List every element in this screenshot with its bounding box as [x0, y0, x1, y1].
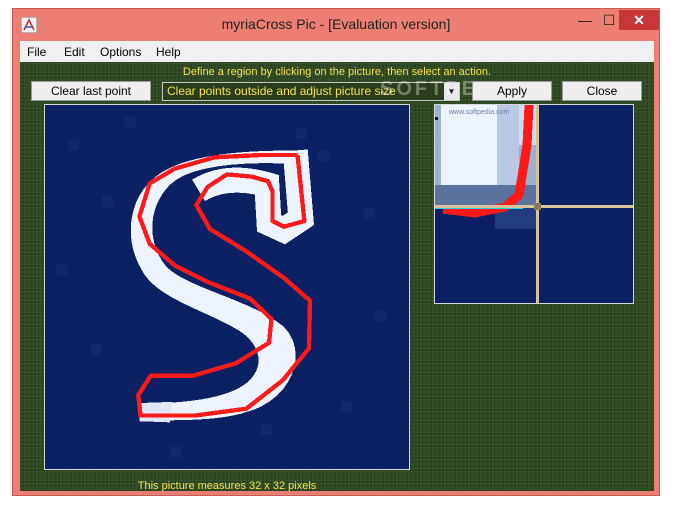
minimize-button[interactable]: — — [573, 10, 597, 30]
close-window-button[interactable]: ✕ — [619, 10, 659, 30]
menu-options[interactable]: Options — [100, 45, 141, 59]
client-area: Define a region by clicking on the pictu… — [20, 62, 654, 492]
menu-edit[interactable]: Edit — [64, 45, 85, 59]
close-button[interactable]: Close — [562, 81, 642, 101]
title-bar[interactable]: myriaCross Pic - [Evaluation version] — … — [13, 9, 659, 41]
clear-last-point-button[interactable]: Clear last point — [31, 81, 151, 101]
apply-button[interactable]: Apply — [472, 81, 552, 101]
maximize-button[interactable]: ☐ — [597, 10, 621, 30]
instruction-text: Define a region by clicking on the pictu… — [182, 66, 492, 78]
zoom-preview[interactable]: www.softpedia.com — [434, 104, 634, 304]
menu-help[interactable]: Help — [156, 45, 181, 59]
window-title: myriaCross Pic - [Evaluation version] — [221, 16, 451, 32]
main-picture[interactable] — [44, 104, 410, 470]
action-select-value: Clear points outside and adjust picture … — [167, 84, 396, 98]
picture-size-text: This picture measures 32 x 32 pixels — [137, 480, 317, 492]
menu-file[interactable]: File — [27, 45, 46, 59]
zoom-watermark: www.softpedia.com — [448, 109, 509, 116]
menu-bar: File Edit Options Help — [20, 41, 654, 62]
app-window: myriaCross Pic - [Evaluation version] — … — [12, 8, 660, 496]
